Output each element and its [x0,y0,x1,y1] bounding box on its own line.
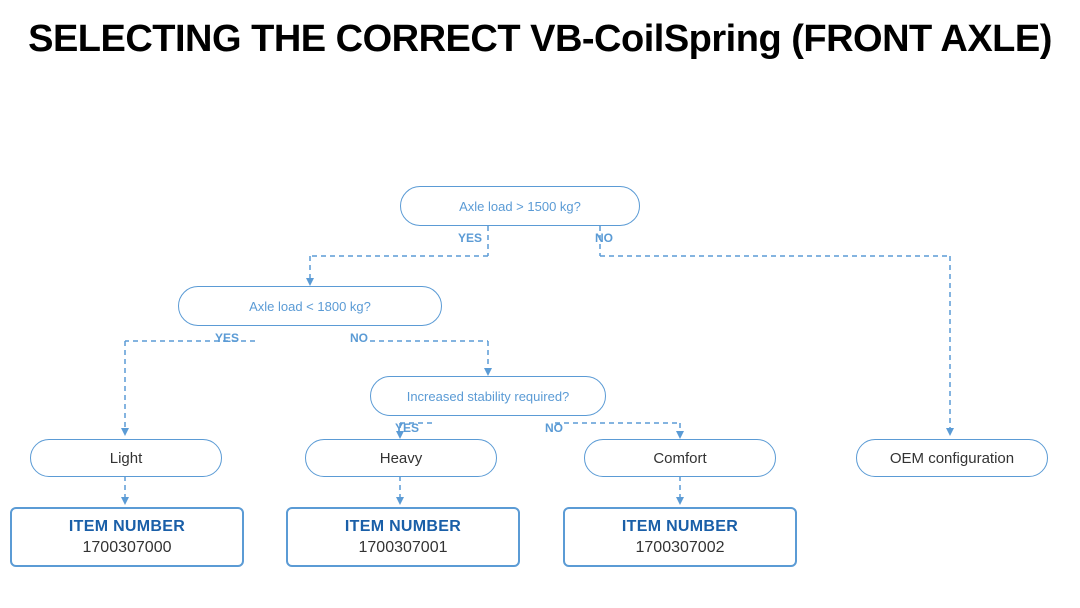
decision-axle-1500: Axle load > 1500 kg? [400,186,640,226]
decision2-yes-label: YES [215,331,239,345]
decision2-no-label: NO [350,331,368,345]
decision-axle-1800: Axle load < 1800 kg? [178,286,442,326]
decision3-no-label: NO [545,421,563,435]
item-box-1: ITEM NUMBER 1700307001 [286,507,520,567]
result-heavy: Heavy [305,439,497,477]
item-box-0: ITEM NUMBER 1700307000 [10,507,244,567]
result-oem: OEM configuration [856,439,1048,477]
decision3-yes-label: YES [395,421,419,435]
item-box-2: ITEM NUMBER 1700307002 [563,507,797,567]
page-title: SELECTING THE CORRECT VB-CoilSpring (FRO… [0,0,1080,71]
decision-stability: Increased stability required? [370,376,606,416]
result-comfort: Comfort [584,439,776,477]
result-light: Light [30,439,222,477]
connector-lines [0,71,1080,561]
decision1-yes-label: YES [458,231,482,245]
diagram: Axle load > 1500 kg? YES NO Axle load < … [0,71,1080,561]
decision1-no-label: NO [595,231,613,245]
